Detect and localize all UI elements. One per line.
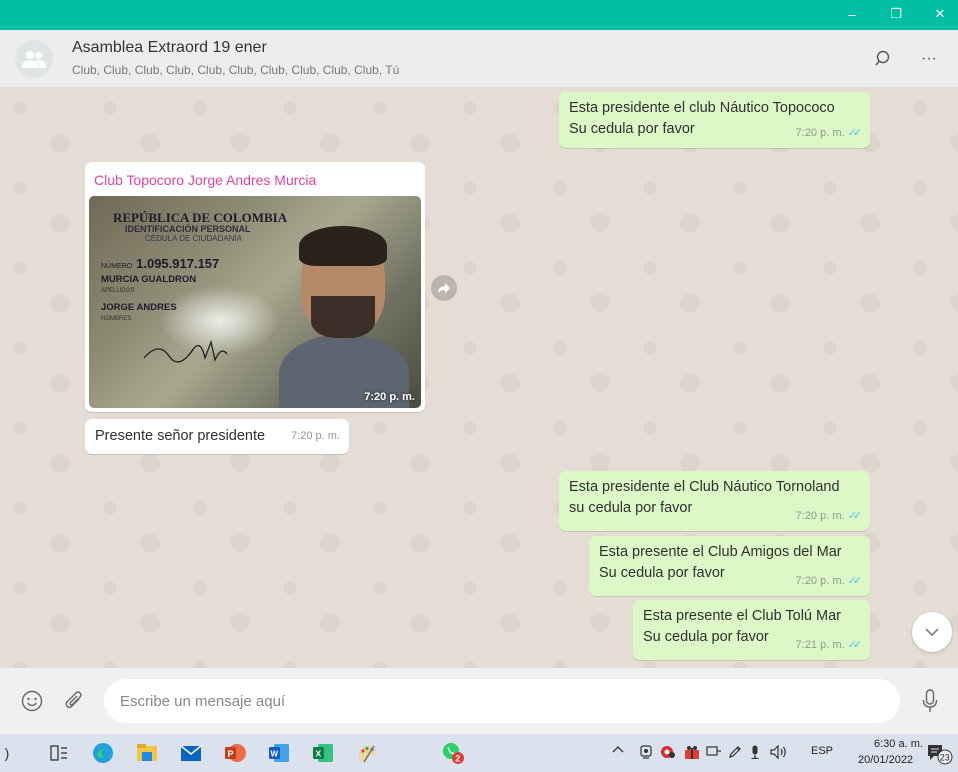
message-time: 7:20 p. m. ✓✓ — [796, 123, 863, 144]
chevron-down-icon — [925, 627, 939, 636]
group-icon[interactable] — [15, 40, 53, 78]
message-text: Esta presente el Club Tolú Mar — [643, 608, 842, 624]
message-outgoing[interactable]: Esta presidente el Club Náutico Tornolan… — [559, 471, 870, 531]
antivirus-icon[interactable] — [660, 745, 676, 759]
sender-name[interactable]: Club Topocoro Jorge Andres Murcia — [94, 172, 316, 188]
message-time: 7:20 p. m. ✓✓ — [796, 506, 863, 527]
message-text: Esta presidente el club Náutico Topococo — [569, 100, 835, 116]
message-outgoing[interactable]: Esta presidente el club Náutico Topococo… — [559, 92, 870, 148]
message-time: 7:20 p. m. — [364, 391, 415, 403]
read-receipt-icon: ✓✓ — [847, 127, 863, 139]
read-receipt-icon: ✓✓ — [847, 510, 863, 522]
pen-icon[interactable] — [728, 745, 742, 759]
portrait-hair — [299, 226, 387, 266]
id-card-surname: MURCIA GUALDRON — [101, 274, 197, 285]
powerpoint-icon[interactable]: P — [222, 740, 248, 766]
message-incoming-image[interactable]: Club Topocoro Jorge Andres Murcia REPÚBL… — [85, 162, 425, 412]
message-list[interactable]: Esta presidente el club Náutico Topococo… — [0, 88, 958, 668]
whatsapp-icon[interactable]: 2 — [440, 740, 466, 766]
language-indicator[interactable]: ESP — [811, 745, 833, 757]
id-card-given-label: NOMBRES — [101, 316, 132, 322]
message-input[interactable] — [104, 679, 900, 723]
notification-count: 23 — [940, 753, 950, 763]
chat-header[interactable]: Asamblea Extraord 19 ener Club, Club, Cl… — [0, 30, 958, 88]
svg-text:P: P — [228, 749, 234, 759]
message-time: 7:21 p. m. ✓✓ — [796, 635, 863, 656]
microphone-icon[interactable] — [918, 689, 942, 713]
whatsapp-badge-count: 2 — [455, 754, 460, 764]
chat-participants: Club, Club, Club, Club, Club, Club, Club… — [72, 63, 400, 77]
read-receipt-icon: ✓✓ — [847, 575, 863, 587]
start-partial-icon[interactable]: ) — [0, 740, 14, 766]
id-card-photo[interactable]: REPÚBLICA DE COLOMBIA IDENTIFICACIÓN PER… — [89, 196, 421, 408]
id-card-given-name: JORGE ANDRES — [101, 302, 177, 313]
message-time: 7:20 p. m. ✓✓ — [796, 571, 863, 592]
mail-icon[interactable] — [178, 740, 204, 766]
maximize-button[interactable]: ❐ — [876, 0, 916, 28]
file-explorer-icon[interactable] — [134, 740, 160, 766]
svg-text:X: X — [316, 749, 322, 759]
paperclip-icon[interactable] — [62, 689, 86, 713]
task-view-icon[interactable] — [46, 740, 72, 766]
webcam-icon[interactable] — [640, 745, 652, 759]
gift-icon[interactable] — [684, 745, 700, 759]
id-card-subheader: CÉDULA DE CIUDADANÍA — [145, 234, 242, 243]
signature — [143, 339, 228, 363]
clock-time[interactable]: 6:30 a. m. — [874, 738, 923, 750]
edge-icon[interactable] — [90, 740, 116, 766]
message-outgoing[interactable]: Esta presente el Club Amigos del Mar Su … — [589, 536, 870, 596]
search-icon[interactable] — [872, 47, 896, 71]
microphone-tray-icon[interactable] — [750, 745, 760, 759]
clock-date[interactable]: 20/01/2022 — [858, 754, 913, 766]
network-icon[interactable] — [706, 745, 722, 757]
notification-center-icon[interactable]: 23 — [926, 743, 954, 765]
portrait-beard — [311, 296, 375, 338]
read-receipt-icon: ✓✓ — [847, 639, 863, 651]
scroll-down-button[interactable] — [912, 612, 952, 652]
id-card-subheader: IDENTIFICACIÓN PERSONAL — [125, 224, 251, 234]
chat-title[interactable]: Asamblea Extraord 19 ener — [72, 39, 267, 57]
speaker-icon[interactable] — [770, 745, 788, 759]
emoji-icon[interactable] — [20, 689, 44, 713]
message-time: 7:20 p. m. — [291, 430, 340, 442]
excel-icon[interactable]: X — [310, 740, 336, 766]
minimize-button[interactable]: – — [832, 0, 872, 28]
message-outgoing[interactable]: Esta presente el Club Tolú Mar Su cedula… — [633, 600, 870, 660]
message-incoming[interactable]: Presente señor presidente 7:20 p. m. — [85, 419, 349, 454]
id-card-surname-label: APELLIDOS — [101, 288, 135, 294]
menu-icon[interactable]: ··· — [917, 47, 941, 71]
forward-icon[interactable] — [431, 275, 457, 301]
message-text: Esta presidente el Club Náutico Tornolan… — [569, 479, 840, 495]
message-composer — [0, 668, 958, 734]
window-title-bar: – ❐ ✕ — [0, 0, 958, 30]
id-card-number: NÚMERO 1.095.917.157 — [101, 256, 220, 271]
word-icon[interactable]: W — [266, 740, 292, 766]
message-text: Esta presente el Club Amigos del Mar — [599, 544, 842, 560]
windows-taskbar: ) P W X 2 ESP 6:30 a. m. 20/01/2022 23 — [0, 734, 958, 772]
close-button[interactable]: ✕ — [920, 0, 958, 28]
tray-chevron-up-icon[interactable] — [612, 745, 624, 753]
paint-icon[interactable] — [354, 740, 380, 766]
svg-text:W: W — [271, 750, 279, 759]
